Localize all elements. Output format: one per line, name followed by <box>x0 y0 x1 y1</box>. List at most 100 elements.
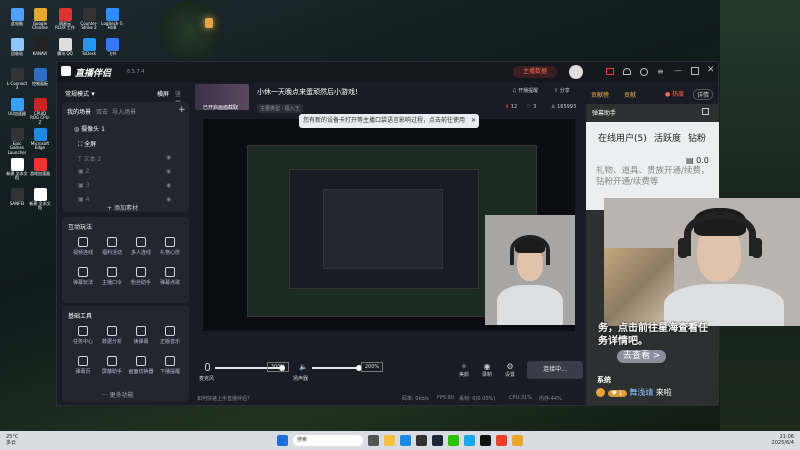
mic-value[interactable]: 300% <box>267 362 289 372</box>
desktop-icon[interactable]: 新建 文本文档 <box>29 188 51 211</box>
broadcast-reminder[interactable]: ♫ 开播提醒 <box>512 87 538 94</box>
tool-item[interactable]: 画面切换器 <box>128 356 154 375</box>
tool-item[interactable]: 读弹幕 <box>128 326 154 345</box>
scene-tab-import[interactable]: 导入场景 <box>112 107 136 116</box>
desktop-icon[interactable]: Logitech G HUB <box>101 8 123 31</box>
details-button[interactable]: 详情 <box>693 89 714 100</box>
chat-tab-diamond[interactable]: 钻粉 <box>688 131 706 144</box>
desktop-icon[interactable]: SANFEI <box>6 188 28 206</box>
close-icon[interactable]: ✕ <box>471 114 476 128</box>
headset-icon[interactable] <box>623 68 631 75</box>
desktop-icon[interactable]: Epic Games Launcher <box>6 128 28 155</box>
live-title[interactable]: 小休一天晚点来蛋顽然后小游戏! <box>257 87 358 97</box>
desktop-icon[interactable]: ToDesk <box>78 38 100 56</box>
settings-button[interactable]: ⚙ 设置 <box>505 362 515 378</box>
interact-item[interactable]: 弹幕玩法 <box>70 267 96 286</box>
qq-icon[interactable] <box>464 435 475 446</box>
mode-label[interactable]: 常规模式 <box>65 91 89 98</box>
go-view-button[interactable]: 去查看 > <box>617 350 667 363</box>
tool-item[interactable]: 弹幕页 <box>70 356 96 375</box>
add-scene-icon[interactable]: + <box>178 105 186 115</box>
close-icon[interactable]: ✕ <box>707 65 715 75</box>
eye-icon[interactable]: ◉ <box>166 196 171 203</box>
desktop-icon[interactable]: 此电脑 <box>6 8 28 26</box>
source-item-2[interactable]: ▣ 2 ◉ <box>78 168 171 175</box>
interact-item[interactable]: 多人连线 <box>128 237 154 256</box>
steam-icon[interactable] <box>432 435 443 446</box>
explorer-icon[interactable] <box>384 435 395 446</box>
popout-icon[interactable] <box>702 108 709 115</box>
scene-tab-mine[interactable]: 我的场景 <box>67 107 91 116</box>
eye-icon[interactable]: ◉ <box>166 182 171 189</box>
tip-banner[interactable]: 您有新的设备卡打开等主播口袋语言影响过程，点击前往使用 ✕ <box>299 114 479 128</box>
interact-item[interactable]: 粉丝助手 <box>128 267 154 286</box>
tool-item[interactable]: 屏蔽助手 <box>99 356 125 375</box>
share-button[interactable]: ⇪ 分享 <box>554 87 570 94</box>
scene-tab-double[interactable]: 双击 <box>96 107 108 116</box>
speaker-value[interactable]: 200% <box>361 362 383 372</box>
desktop-icon[interactable]: 新建 文本文档 <box>6 158 28 181</box>
record-button[interactable]: ◉ 录制 <box>482 362 492 378</box>
interact-item[interactable]: 福利活动 <box>99 237 125 256</box>
mail-icon[interactable] <box>606 68 614 75</box>
speaker-slider[interactable] <box>312 365 362 371</box>
desktop-icon[interactable]: Google Chrome <box>29 8 51 31</box>
avatar[interactable] <box>569 65 583 79</box>
mic-icon[interactable] <box>205 363 210 371</box>
eye-icon[interactable]: ◉ <box>166 154 171 161</box>
live-preview[interactable] <box>203 119 575 331</box>
live-app-icon[interactable] <box>496 435 507 446</box>
chrome-icon[interactable] <box>512 435 523 446</box>
interact-item[interactable]: 主播口令 <box>99 267 125 286</box>
desktop-icon[interactable]: L-Connect 3 <box>6 68 28 91</box>
eye-icon[interactable]: ◉ <box>166 168 171 175</box>
taskview-icon[interactable] <box>368 435 379 446</box>
clock[interactable]: 21:06 2025/6/4 <box>772 434 794 446</box>
desktop-icon[interactable]: 控制面板 <box>29 68 51 86</box>
interact-item[interactable]: 礼物心愿 <box>157 237 183 256</box>
edge-icon[interactable] <box>400 435 411 446</box>
menu-icon[interactable]: ≡ <box>657 67 664 76</box>
desktop-icon[interactable]: 腾讯 QQ <box>54 38 76 56</box>
desktop-icon[interactable]: Counter-Strike 2 <box>78 8 100 31</box>
desktop-icon[interactable]: 游戏加速器 <box>29 158 51 176</box>
live-data-button[interactable]: 主播数据 <box>513 66 557 78</box>
desktop-icon[interactable]: UU加速器 <box>6 98 28 116</box>
beauty-button[interactable]: ✧ 美颜 <box>459 362 469 378</box>
wechat-icon[interactable] <box>448 435 459 446</box>
gear-icon[interactable] <box>640 68 648 76</box>
contribution-rank[interactable]: 贡献榜 <box>591 90 609 99</box>
douyin-icon[interactable] <box>480 435 491 446</box>
start-icon[interactable] <box>277 435 288 446</box>
minimize-icon[interactable]: — <box>674 66 682 75</box>
chat-tab-online[interactable]: 在线用户(5) <box>598 131 647 144</box>
maximize-icon[interactable] <box>691 67 699 75</box>
orientation-landscape[interactable]: 横屏 <box>157 89 169 98</box>
desktop-icon[interactable]: 回收站 <box>6 38 28 56</box>
category-tag[interactable]: 主要类型 · 极入王 <box>257 104 303 113</box>
tool-item[interactable]: 下播提醒 <box>157 356 183 375</box>
source-item-3[interactable]: ▣ 3 ◉ <box>78 182 171 189</box>
source-item-4[interactable]: ▣ 4 ◉ <box>78 196 171 203</box>
desktop-icon[interactable]: Microsoft Edge <box>29 128 51 151</box>
source-item-text2[interactable]: T 文本 2 ◉ <box>78 154 171 163</box>
interact-item[interactable]: 视频连线 <box>70 237 96 256</box>
user-name[interactable]: 舞浅靖 <box>629 388 653 397</box>
source-item-fullscreen[interactable]: ⛶ 全屏 <box>78 139 96 149</box>
taskbar-search[interactable]: 搜索 <box>293 435 363 446</box>
speaker-icon[interactable]: 🔈 <box>299 363 308 371</box>
desktop-icon[interactable]: 网易云 RLUX 工作 <box>54 8 76 31</box>
add-source-button[interactable]: + 添加素材 <box>107 203 138 212</box>
desktop-icon[interactable]: KANAVI <box>29 38 51 56</box>
chat-tab-activity[interactable]: 活跃度 <box>654 131 681 144</box>
desktop-icon[interactable]: 飞书 <box>101 38 123 56</box>
store-icon[interactable] <box>416 435 427 446</box>
tool-item[interactable]: 正版音乐 <box>157 326 183 345</box>
source-item-camera[interactable]: ◎ 摄像头 1 <box>74 124 105 133</box>
interact-item[interactable]: 弹幕点歌 <box>157 267 183 286</box>
help-link[interactable]: 如何快速上手直播伴侣? <box>197 395 250 402</box>
desktop-icon[interactable]: CPUID ROG CPU-Z <box>29 98 51 125</box>
tool-item[interactable]: 数据分析 <box>99 326 125 345</box>
tool-item[interactable]: 任务中心 <box>70 326 96 345</box>
weather-widget[interactable]: 25°C 多云 <box>6 434 18 446</box>
